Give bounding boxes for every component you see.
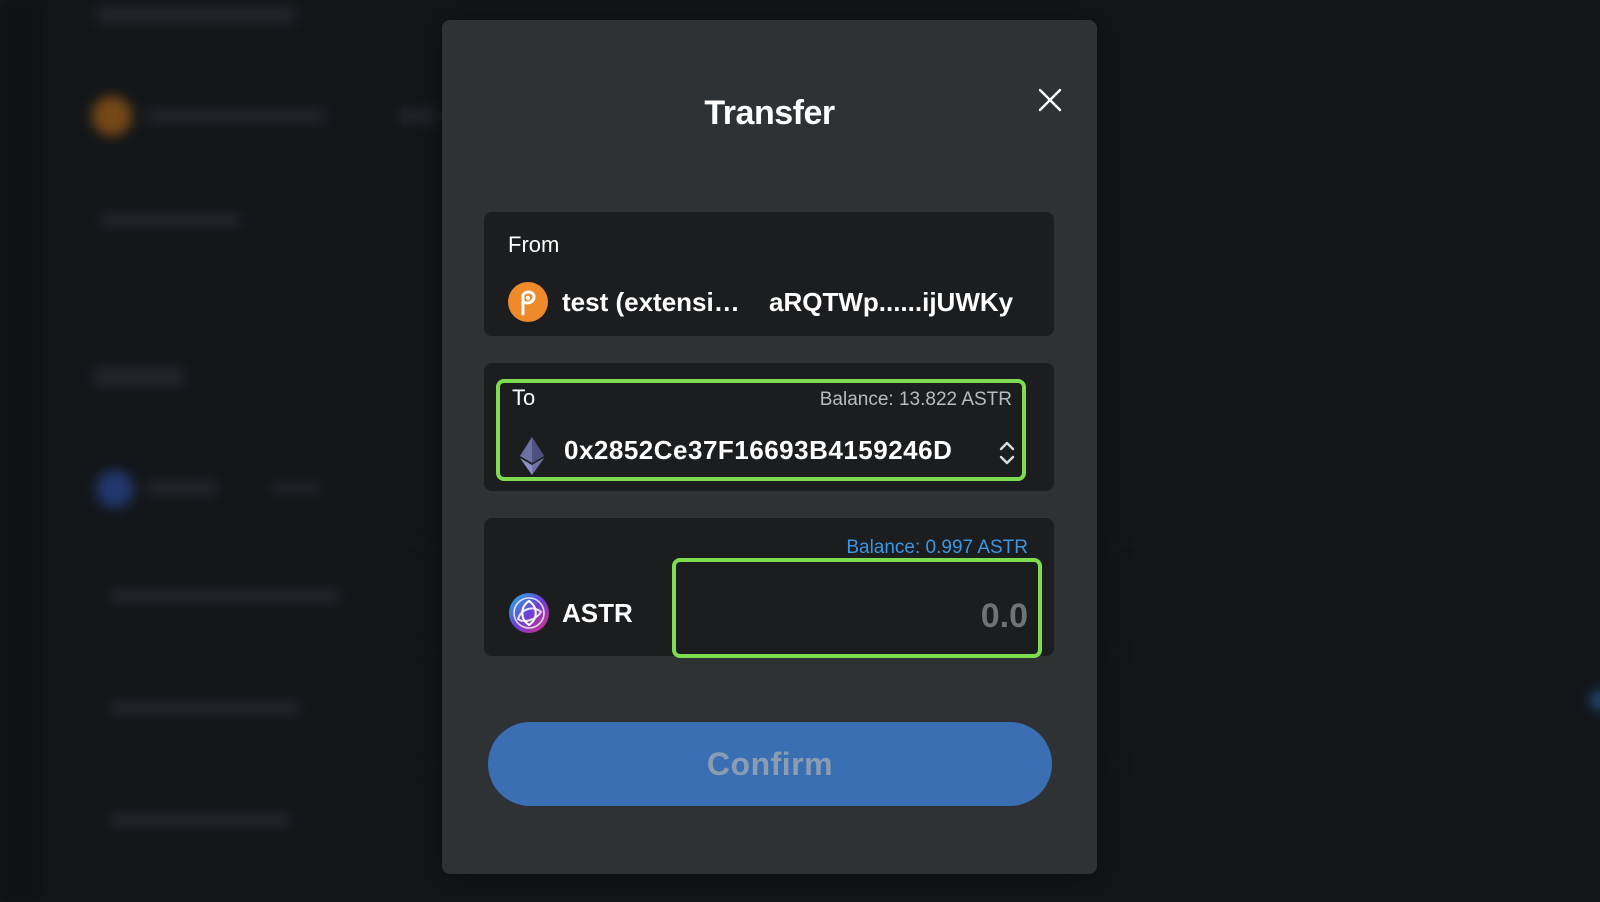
to-address-field[interactable]: To Balance: 13.822 ASTR 0x2852Ce37F16693… [496, 379, 1026, 481]
amount-field[interactable] [672, 558, 1042, 658]
from-account: test (extension) aRQTWp......ijUWKy [508, 282, 1013, 322]
token-selector: ASTR [508, 592, 633, 634]
amount-panel: Balance: 0.997 ASTR ASTR [484, 518, 1054, 658]
transfer-modal: Transfer From test (extension) aRQTWp...… [442, 20, 1097, 874]
from-panel: From test (extension) aRQTWp......ijUWKy [484, 212, 1054, 336]
from-account-address: aRQTWp......ijUWKy [769, 286, 1014, 317]
amount-balance-link[interactable]: Balance: 0.997 ASTR [846, 537, 1028, 559]
astar-icon [509, 593, 549, 633]
polkadot-icon [508, 282, 548, 322]
modal-title: Transfer [704, 94, 835, 132]
confirm-button[interactable]: Confirm [488, 722, 1052, 806]
amount-input[interactable] [676, 562, 1038, 654]
to-panel: To Balance: 13.822 ASTR 0x2852Ce37F16693… [484, 363, 1054, 491]
from-account-name: test (extension) [562, 286, 747, 317]
token-symbol: ASTR [562, 597, 633, 628]
chevron-up-down-icon[interactable] [998, 439, 1016, 467]
ethereum-icon [520, 437, 544, 475]
to-address-value: 0x2852Ce37F16693B4159246D [564, 435, 953, 465]
close-button[interactable] [1034, 84, 1066, 116]
close-icon [1038, 88, 1062, 112]
from-label: From [508, 232, 560, 257]
to-balance: Balance: 13.822 ASTR [819, 389, 1012, 410]
to-label: To [512, 385, 536, 410]
